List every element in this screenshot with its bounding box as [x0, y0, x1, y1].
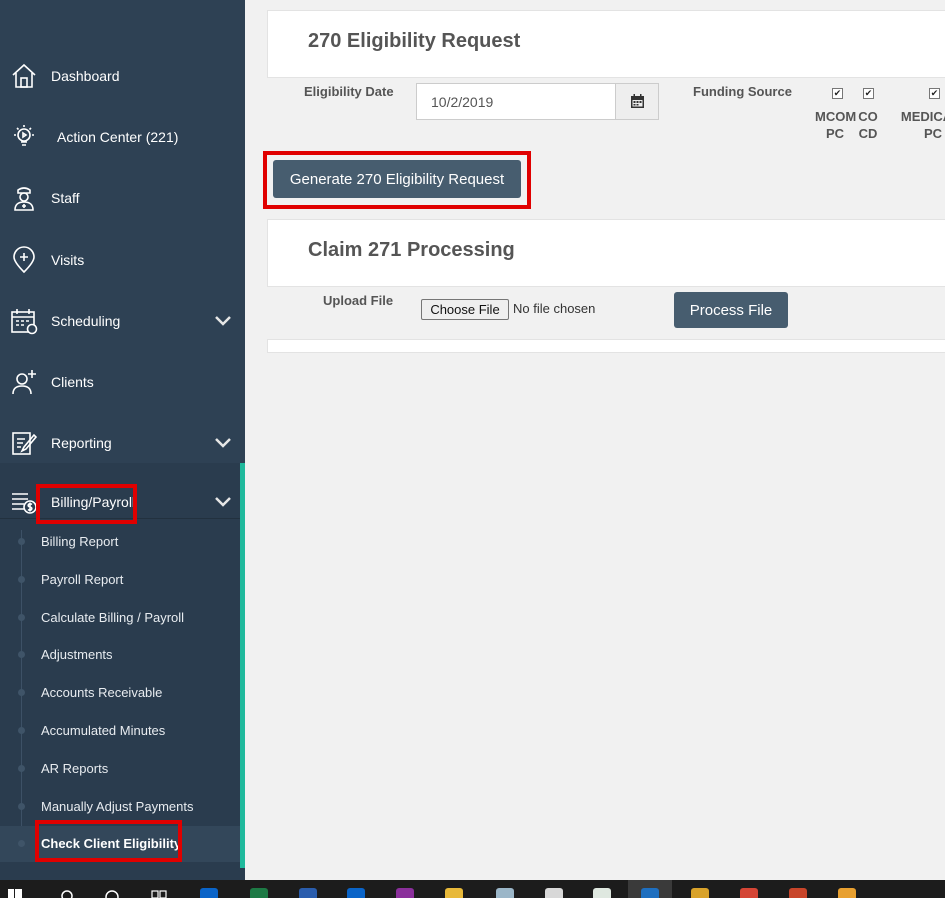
submenu-item-accounts-receivable[interactable]: Accounts Receivable [0, 675, 240, 711]
submenu-item-label: Accounts Receivable [41, 685, 163, 700]
submenu-item-payroll-report[interactable]: Payroll Report [0, 562, 240, 598]
sidebar-item-dashboard[interactable]: Dashboard [0, 51, 245, 101]
funding-source-label: Funding Source [693, 84, 792, 99]
file-explorer-icon[interactable] [445, 888, 463, 898]
word-icon[interactable] [299, 888, 317, 898]
calendar-button[interactable] [615, 83, 659, 120]
nurse-icon [14, 187, 34, 211]
browser-icon[interactable] [641, 888, 659, 898]
funding-label-line: PC [923, 126, 943, 141]
sidebar-item-visits[interactable]: Visits [0, 235, 245, 285]
calculator-icon[interactable] [545, 888, 563, 898]
eligibility-date-label: Eligibility Date [304, 84, 394, 99]
bullet-dot [18, 614, 25, 621]
submenu-item-label: Manually Adjust Payments [41, 799, 194, 814]
bullet-dot [18, 803, 25, 810]
client-add-icon [12, 370, 36, 395]
app-icon[interactable] [496, 888, 514, 898]
location-pin-icon [13, 246, 35, 274]
sidebar: Dashboard Action Center (221) Staff Visi… [0, 0, 245, 880]
submenu-item-ar-reports[interactable]: AR Reports [0, 751, 240, 787]
calendar-icon [11, 309, 38, 335]
choose-file-button[interactable]: Choose File [421, 299, 509, 320]
upload-file-label: Upload File [323, 293, 394, 308]
billing-dollar-icon [12, 493, 37, 514]
page-title: 270 Eligibility Request [308, 30, 521, 52]
funding-label-line: CO [858, 109, 878, 124]
onenote-icon[interactable] [396, 888, 414, 898]
funding-label-cocd: CO CD [856, 108, 880, 142]
bullet-dot [18, 840, 25, 847]
process-file-button[interactable]: Process File [674, 292, 788, 328]
eligibility-date-input[interactable] [416, 83, 616, 120]
cortana-icon[interactable] [104, 888, 120, 898]
sidebar-item-reporting[interactable]: Reporting [0, 418, 245, 468]
sidebar-item-label: Scheduling [51, 313, 121, 329]
outlook-icon[interactable] [347, 888, 365, 898]
slack-icon[interactable] [593, 888, 611, 898]
submenu-item-label: AR Reports [41, 761, 109, 776]
sidebar-item-label: Reporting [51, 435, 112, 451]
funding-label-line: CD [858, 126, 878, 141]
bullet-dot [18, 651, 25, 658]
results-panel [267, 339, 945, 353]
section-title: Claim 271 Processing [308, 239, 515, 261]
lightbulb-icon [14, 125, 34, 146]
calendar-icon [630, 94, 644, 108]
submenu-item-calculate-billing-payroll[interactable]: Calculate Billing / Payroll [0, 600, 240, 636]
bullet-dot [18, 727, 25, 734]
funding-checkbox-mcompc[interactable]: ✔ [832, 88, 843, 99]
funding-label-medicaidpc: MEDICAID PC [881, 108, 945, 142]
funding-label-line: MEDICAID [900, 109, 945, 124]
sidebar-item-label: Staff [51, 190, 80, 206]
excel-icon[interactable] [250, 888, 268, 898]
chrome-icon[interactable] [740, 888, 758, 898]
submenu-item-label: Payroll Report [41, 572, 124, 587]
claim-processing-panel: Claim 271 Processing [267, 219, 945, 287]
submenu-item-label: Adjustments [41, 647, 113, 662]
funding-label-line: PC [825, 126, 845, 141]
file-status-text: No file chosen [513, 301, 596, 316]
powerpoint-icon[interactable] [789, 888, 807, 898]
task-view-icon[interactable] [151, 888, 167, 898]
home-icon [12, 63, 36, 88]
eligibility-request-panel: 270 Eligibility Request [267, 10, 945, 78]
chevron-down-icon[interactable] [214, 437, 232, 449]
sidebar-item-action-center[interactable]: Action Center (221) [0, 112, 245, 162]
sidebar-item-staff[interactable]: Staff [0, 173, 245, 223]
funding-checkbox-cocd[interactable]: ✔ [863, 88, 874, 99]
submenu-item-label: Billing Report [41, 534, 119, 549]
report-edit-icon [12, 432, 38, 455]
search-icon[interactable] [60, 888, 74, 898]
submenu-item-label: Calculate Billing / Payroll [41, 610, 185, 625]
sidebar-item-label: Action Center (221) [57, 129, 179, 145]
sidebar-item-label: Visits [51, 252, 85, 268]
submenu-item-adjustments[interactable]: Adjustments [0, 637, 240, 673]
highlight-box-check-client-eligibility [35, 820, 182, 862]
funding-checkbox-medicaidpc[interactable]: ✔ [929, 88, 940, 99]
windows-start-icon[interactable] [8, 889, 22, 898]
chevron-down-icon[interactable] [214, 496, 232, 508]
outlook-icon[interactable] [200, 888, 218, 898]
taskbar [0, 880, 945, 898]
sidebar-item-label: Dashboard [51, 68, 120, 84]
bullet-dot [18, 689, 25, 696]
bullet-dot [18, 576, 25, 583]
app-icon[interactable] [838, 888, 856, 898]
bullet-dot [18, 538, 25, 545]
sidebar-item-scheduling[interactable]: Scheduling [0, 296, 245, 346]
submenu-item-billing-report[interactable]: Billing Report [0, 524, 240, 560]
sidebar-item-clients[interactable]: Clients [0, 357, 245, 407]
sidebar-item-label: Clients [51, 374, 94, 390]
bullet-dot [18, 765, 25, 772]
highlight-box-billing-payroll [36, 484, 137, 524]
chevron-down-icon[interactable] [214, 315, 232, 327]
highlight-box-generate-button [263, 151, 531, 209]
funding-label-mcompc: MCOM PC [815, 108, 857, 142]
funding-label-line: MCOM [815, 109, 857, 124]
submenu-item-accumulated-minutes[interactable]: Accumulated Minutes [0, 713, 240, 749]
chrome-icon[interactable] [691, 888, 709, 898]
submenu-item-label: Accumulated Minutes [41, 723, 166, 738]
